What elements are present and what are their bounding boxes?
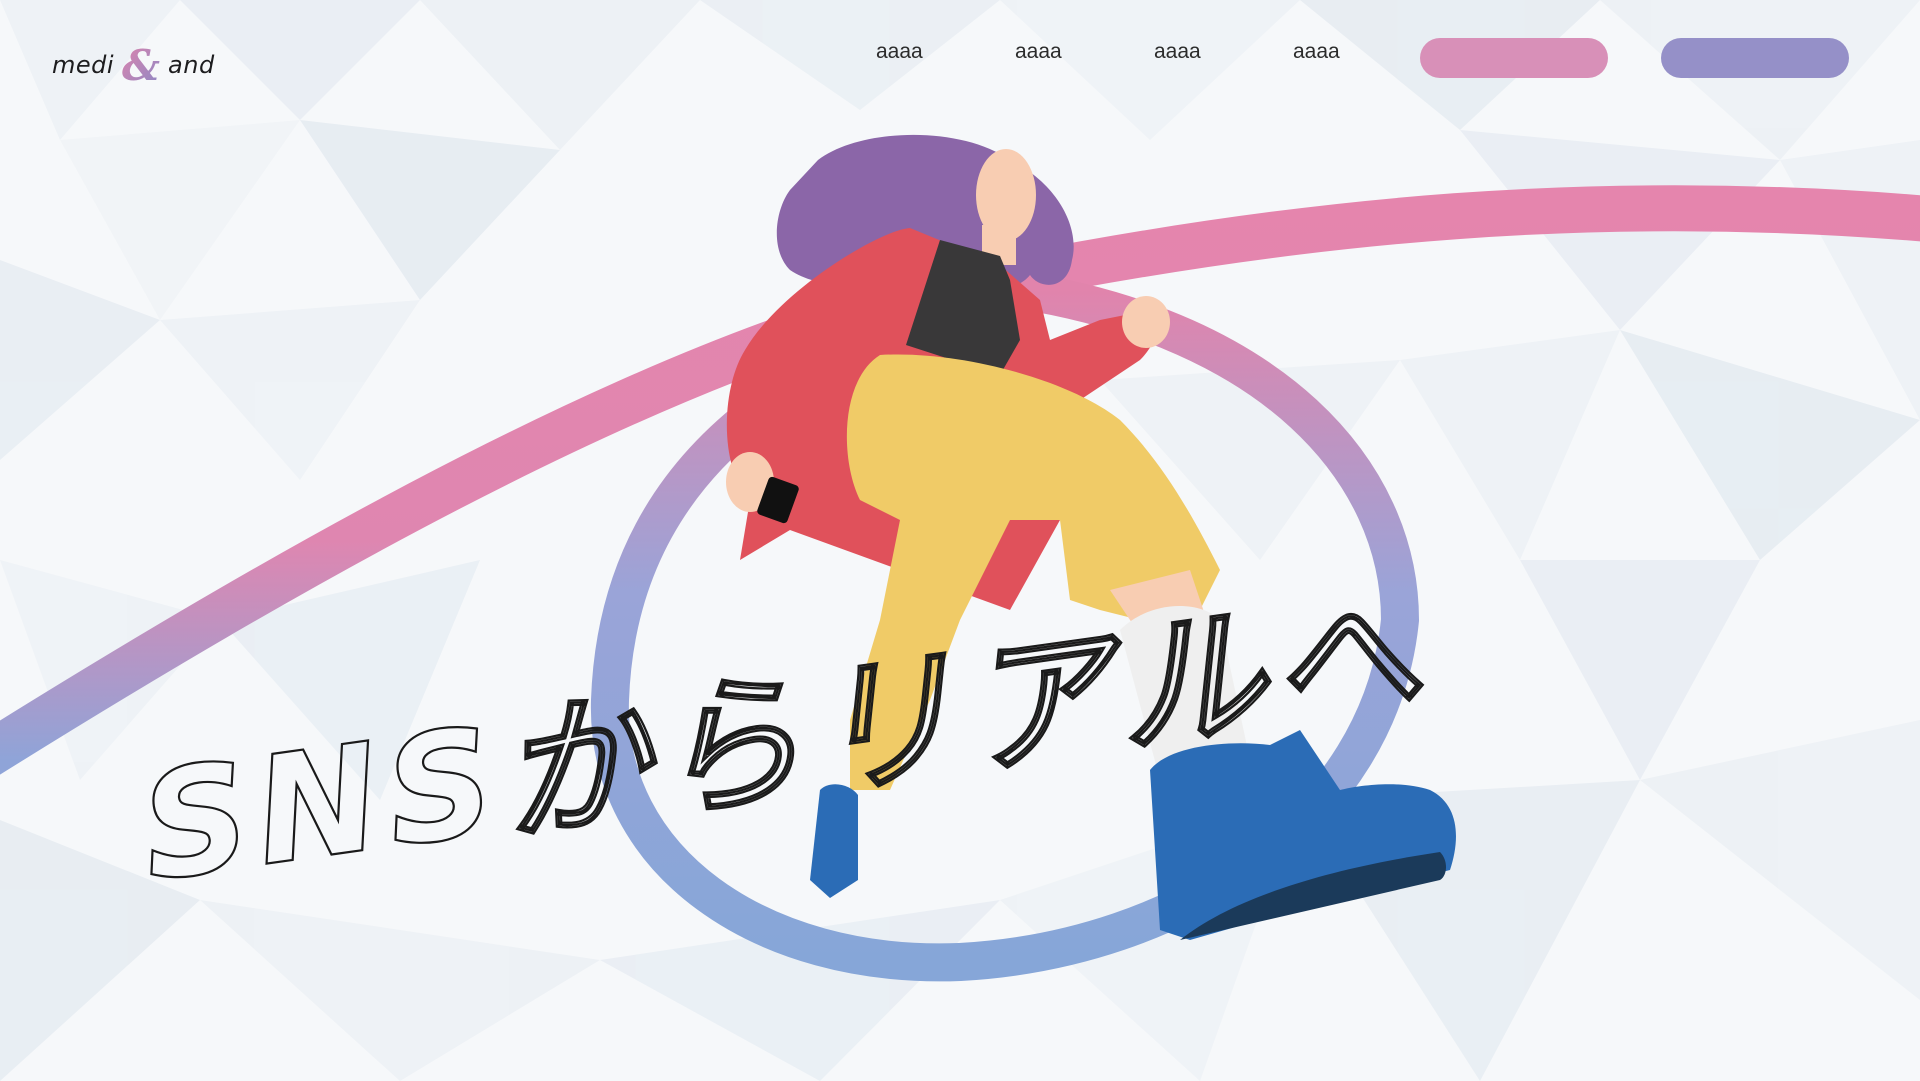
nav-item-4[interactable]: aaaa <box>1293 40 1432 64</box>
brand-logo[interactable]: medi & and <box>52 42 215 88</box>
brand-right-text: and <box>168 51 215 79</box>
nav-item-2[interactable]: aaaa <box>1015 40 1154 64</box>
nav-item-1[interactable]: aaaa <box>876 40 1015 64</box>
main-nav: aaaa aaaa aaaa aaaa <box>876 40 1432 64</box>
top-navigation-bar: medi & and aaaa aaaa aaaa aaaa <box>0 0 1920 120</box>
secondary-cta-button[interactable] <box>1661 38 1849 78</box>
brand-left-text: medi <box>52 51 115 79</box>
svg-text:&: & <box>122 42 160 88</box>
ampersand-icon: & <box>118 42 164 88</box>
hero-stage: SNSからリアルへ medi & and aaaa aaaa aaaa aaaa <box>0 0 1920 1081</box>
primary-cta-button[interactable] <box>1420 38 1608 78</box>
nav-item-3[interactable]: aaaa <box>1154 40 1293 64</box>
hero-illustration: SNSからリアルへ <box>0 0 1920 1081</box>
